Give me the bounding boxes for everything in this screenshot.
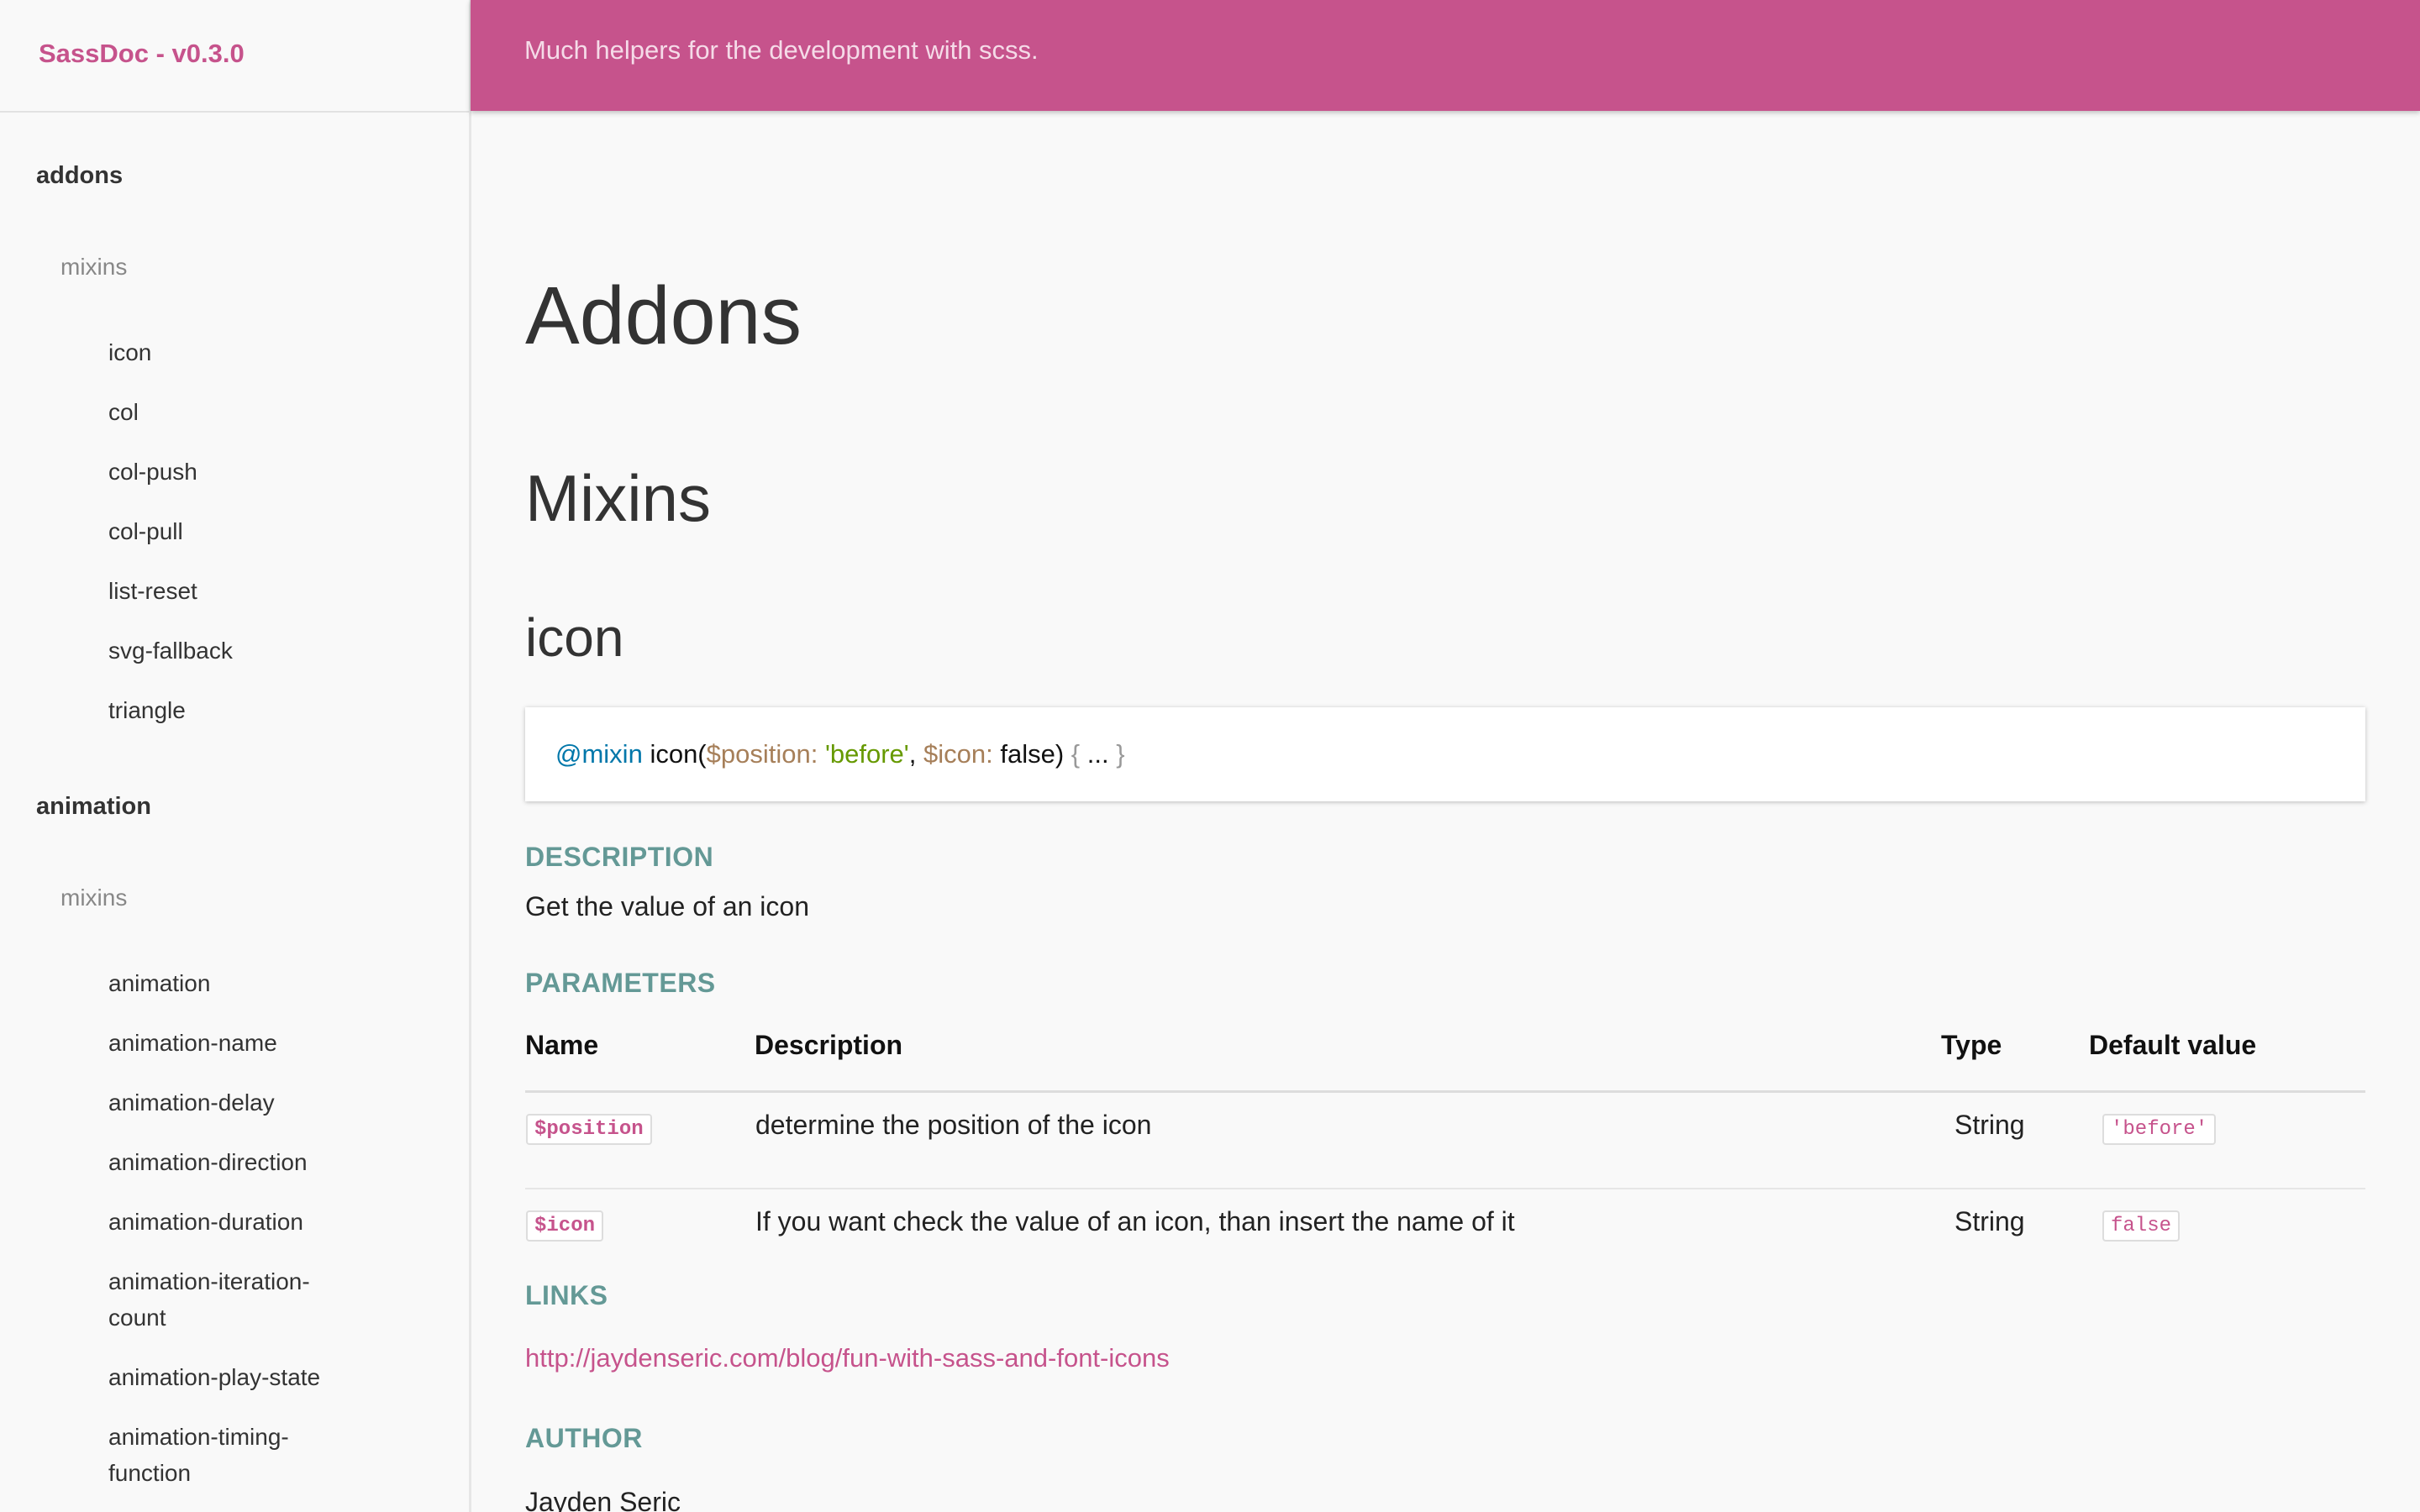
code-value-false: false) <box>1000 739 1065 769</box>
sidebar-item-col-pull[interactable]: col-pull <box>108 513 360 549</box>
description-text: Get the value of an icon <box>525 891 809 921</box>
sidebar: SassDoc - v0.3.0 addons mixins icon col … <box>0 0 471 1512</box>
code-ellipsis: ... <box>1086 739 1109 769</box>
sidebar-item-list-reset[interactable]: list-reset <box>108 573 360 609</box>
links-label: LINKS <box>525 1280 608 1310</box>
brand-title-link[interactable]: SassDoc - v0.3.0 <box>39 39 245 69</box>
column-header-default: Default value <box>2089 1020 2365 1093</box>
param-name-cell: $position <box>525 1091 755 1189</box>
sidebar-item-animation-iteration-count[interactable]: animation-iteration-count <box>108 1263 360 1336</box>
sidebar-item-svg-fallback[interactable]: svg-fallback <box>108 633 360 669</box>
param-description-cell: determine the position of the icon <box>755 1091 1941 1189</box>
sidebar-item-animation-delay[interactable]: animation-delay <box>108 1084 360 1121</box>
sidebar-item-animation-name[interactable]: animation-name <box>108 1025 360 1061</box>
code-brace-open: { <box>1071 739 1081 769</box>
param-default-cell: 'before' <box>2089 1091 2365 1189</box>
param-description-cell: If you want check the value of an icon, … <box>755 1206 1515 1236</box>
column-header-description: Description <box>755 1020 1941 1093</box>
parameters-table: Name Description Type Default value $pos… <box>525 1020 2365 1284</box>
param-name-cell: $icon <box>525 1189 755 1284</box>
page-title: Addons <box>525 270 802 361</box>
table-row: $icon If you want check the value of an … <box>525 1189 2365 1284</box>
app-root: SassDoc - v0.3.0 addons mixins icon col … <box>0 0 2420 1512</box>
code-param-icon: $icon: <box>923 739 993 769</box>
header-tagline: Much helpers for the development with sc… <box>524 35 1039 65</box>
column-header-name: Name <box>525 1020 755 1093</box>
code-brace-close: } <box>1116 739 1125 769</box>
sidebar-item-animation[interactable]: animation <box>108 965 360 1001</box>
author-name: Jayden Seric <box>525 1487 681 1512</box>
sidebar-subgroup-animation-mixins[interactable]: mixins <box>60 885 127 911</box>
sidebar-brand: SassDoc - v0.3.0 <box>0 0 469 113</box>
column-header-type: Type <box>1941 1020 2089 1093</box>
sidebar-item-animation-play-state[interactable]: animation-play-state <box>108 1359 360 1395</box>
code-value-before: 'before' <box>824 739 909 769</box>
param-default-cell: false <box>2089 1189 2365 1284</box>
param-type-cell: String <box>1941 1091 2089 1189</box>
description-label: DESCRIPTION <box>525 842 714 872</box>
parameters-label: PARAMETERS <box>525 968 716 998</box>
reference-link[interactable]: http://jaydenseric.com/blog/fun-with-sas… <box>525 1343 1170 1373</box>
section-title: Mixins <box>525 461 712 535</box>
param-type-cell: String <box>1954 1206 2025 1236</box>
param-name-code: $position <box>526 1114 652 1145</box>
sidebar-item-col-push[interactable]: col-push <box>108 454 360 490</box>
author-label: AUTHOR <box>525 1423 643 1453</box>
code-function-name: icon( <box>650 739 707 769</box>
sidebar-group-animation[interactable]: animation <box>36 793 151 821</box>
sidebar-group-addons[interactable]: addons <box>36 162 123 190</box>
param-default-code: false <box>2102 1210 2181 1242</box>
sidebar-item-triangle[interactable]: triangle <box>108 692 360 728</box>
code-keyword: @mixin <box>555 739 643 769</box>
main-content: Addons Mixins icon @mixin icon($position… <box>525 0 2365 1512</box>
header-bar: Much helpers for the development with sc… <box>471 0 2420 111</box>
sidebar-item-animation-direction[interactable]: animation-direction <box>108 1144 360 1180</box>
table-row: $position determine the position of the … <box>525 1091 2365 1189</box>
sidebar-item-animation-duration[interactable]: animation-duration <box>108 1204 360 1240</box>
code-param-position: $position: <box>706 739 818 769</box>
param-default-code: 'before' <box>2102 1114 2217 1145</box>
sidebar-subgroup-addons-mixins[interactable]: mixins <box>60 254 127 281</box>
sidebar-item-animation-timing-function[interactable]: animation-timing-function <box>108 1419 360 1491</box>
table-header-row: Name Description Type Default value <box>525 1020 2365 1093</box>
item-title: icon <box>525 607 624 668</box>
sidebar-item-col[interactable]: col <box>108 394 360 430</box>
param-name-code: $icon <box>526 1210 604 1242</box>
sidebar-item-icon[interactable]: icon <box>108 334 360 370</box>
code-comma: , <box>908 739 917 769</box>
signature-code-block: @mixin icon($position: 'before', $icon: … <box>525 707 2365 801</box>
